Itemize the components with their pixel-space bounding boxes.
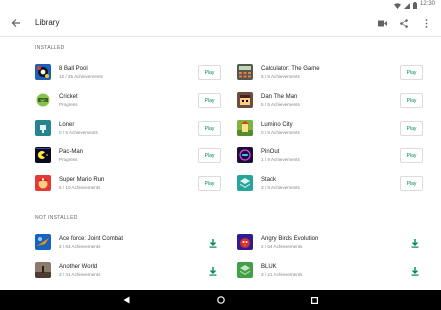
play-button[interactable]: Play: [400, 148, 423, 163]
game-name: Calculator: The Game: [261, 66, 320, 72]
game-name: Angry Birds Evolution: [261, 236, 319, 242]
back-triangle-icon[interactable]: [120, 293, 134, 307]
list-item[interactable]: Another World 3 / 31 Achievements: [35, 260, 221, 282]
list-item[interactable]: Pac-Man Progress Play: [35, 145, 221, 167]
list-item[interactable]: 8 Ball Pool 12 / 25 Achievements Play: [35, 62, 221, 84]
bluk-icon: [237, 262, 253, 278]
game-progress: Progress: [59, 102, 78, 107]
app-bar-actions: [375, 15, 433, 31]
game-name: Loner: [59, 122, 75, 128]
play-button[interactable]: Play: [198, 121, 221, 136]
play-button[interactable]: Play: [198, 65, 221, 80]
another-world-icon: [35, 262, 51, 278]
app-bar: Library: [0, 9, 441, 37]
play-button[interactable]: Play: [198, 176, 221, 191]
list-item[interactable]: Ace force: Joint Combat 2 / 64 Achieveme…: [35, 232, 221, 254]
section-header-not-installed: NOT INSTALLED: [35, 215, 78, 221]
pac-man-icon: [35, 147, 51, 163]
game-name: Cricket: [59, 94, 78, 100]
calculator-game-icon: [237, 64, 253, 80]
list-item[interactable]: PinOut 1 / 9 Achievements Play: [237, 145, 423, 167]
game-progress: 3 / 21 Achievements: [261, 272, 303, 277]
dan-the-man-icon: [237, 92, 253, 108]
game-progress: 5 / 5 Achievements: [261, 74, 300, 79]
game-progress: 6 / 10 Achievements: [59, 185, 101, 190]
game-progress: 12 / 25 Achievements: [59, 74, 103, 79]
video-camera-icon[interactable]: [375, 15, 389, 31]
back-arrow-icon[interactable]: [8, 15, 24, 31]
download-icon[interactable]: [207, 265, 219, 277]
recents-square-icon[interactable]: [308, 293, 322, 307]
list-item[interactable]: Stack 3 / 9 Achievements Play: [237, 173, 423, 195]
more-vert-icon[interactable]: [419, 15, 433, 31]
play-button[interactable]: Play: [400, 93, 423, 108]
status-bar: 12:30: [0, 0, 441, 9]
game-name: 8 Ball Pool: [59, 66, 88, 72]
play-button[interactable]: Play: [400, 176, 423, 191]
super-mario-run-icon: [35, 175, 51, 191]
game-progress: 2 / 64 Achievements: [261, 244, 303, 249]
game-name: Super Mario Run: [59, 177, 105, 183]
list-item[interactable]: Lumino City 0 / 5 Achievements Play: [237, 118, 423, 140]
share-icon[interactable]: [397, 15, 411, 31]
game-progress: 1 / 9 Achievements: [261, 157, 300, 162]
game-progress: 5 / 5 Achievements: [261, 102, 300, 107]
list-item[interactable]: Super Mario Run 6 / 10 Achievements Play: [35, 173, 221, 195]
ace-force-icon: [35, 234, 51, 250]
game-progress: 0 / 5 Achievements: [261, 130, 300, 135]
status-time: 12:30: [419, 1, 435, 7]
game-progress: 3 / 31 Achievements: [59, 272, 101, 277]
angry-birds-evolution-icon: [237, 234, 253, 250]
lumino-city-icon: [237, 120, 253, 136]
game-progress: 3 / 9 Achievements: [261, 185, 300, 190]
pinout-icon: [237, 147, 253, 163]
library-content: INSTALLED 8 Ball Pool 12 / 25 Achievemen…: [0, 37, 441, 290]
list-item[interactable]: Dan The Man 5 / 5 Achievements Play: [237, 90, 423, 112]
game-name: Pac-Man: [59, 149, 84, 155]
loner-icon: [35, 120, 51, 136]
game-name: Lumino City: [261, 122, 293, 128]
game-progress: 2 / 64 Achievements: [59, 244, 101, 249]
download-icon[interactable]: [207, 237, 219, 249]
game-name: PinOut: [261, 149, 280, 155]
download-icon[interactable]: [409, 265, 421, 277]
8-ball-pool-icon: [35, 64, 51, 80]
svg-text:WC: WC: [41, 98, 47, 102]
game-name: Dan The Man: [261, 94, 298, 100]
status-icons: 12:30: [393, 0, 435, 9]
list-item[interactable]: WC Cricket Progress Play: [35, 90, 221, 112]
home-circle-icon[interactable]: [214, 293, 228, 307]
cricket-icon: WC: [35, 92, 51, 108]
play-button[interactable]: Play: [198, 148, 221, 163]
download-icon[interactable]: [409, 237, 421, 249]
list-item[interactable]: Calculator: The Game 5 / 5 Achievements …: [237, 62, 423, 84]
system-nav-bar: [0, 290, 441, 310]
section-header-installed: INSTALLED: [35, 45, 65, 51]
play-button[interactable]: Play: [198, 93, 221, 108]
play-button[interactable]: Play: [400, 65, 423, 80]
list-item[interactable]: BLUK 3 / 21 Achievements: [237, 260, 423, 282]
game-name: Ace force: Joint Combat: [59, 236, 124, 242]
page-title: Library: [35, 18, 60, 27]
game-name: Stack: [261, 177, 277, 183]
game-progress: 0 / 5 Achievements: [59, 130, 98, 135]
game-name: Another World: [59, 264, 98, 270]
play-button[interactable]: Play: [400, 121, 423, 136]
stack-icon: [237, 175, 253, 191]
list-item[interactable]: Angry Birds Evolution 2 / 64 Achievement…: [237, 232, 423, 254]
game-progress: Progress: [59, 157, 78, 162]
game-name: BLUK: [261, 264, 277, 270]
list-item[interactable]: Loner 0 / 5 Achievements Play: [35, 118, 221, 140]
